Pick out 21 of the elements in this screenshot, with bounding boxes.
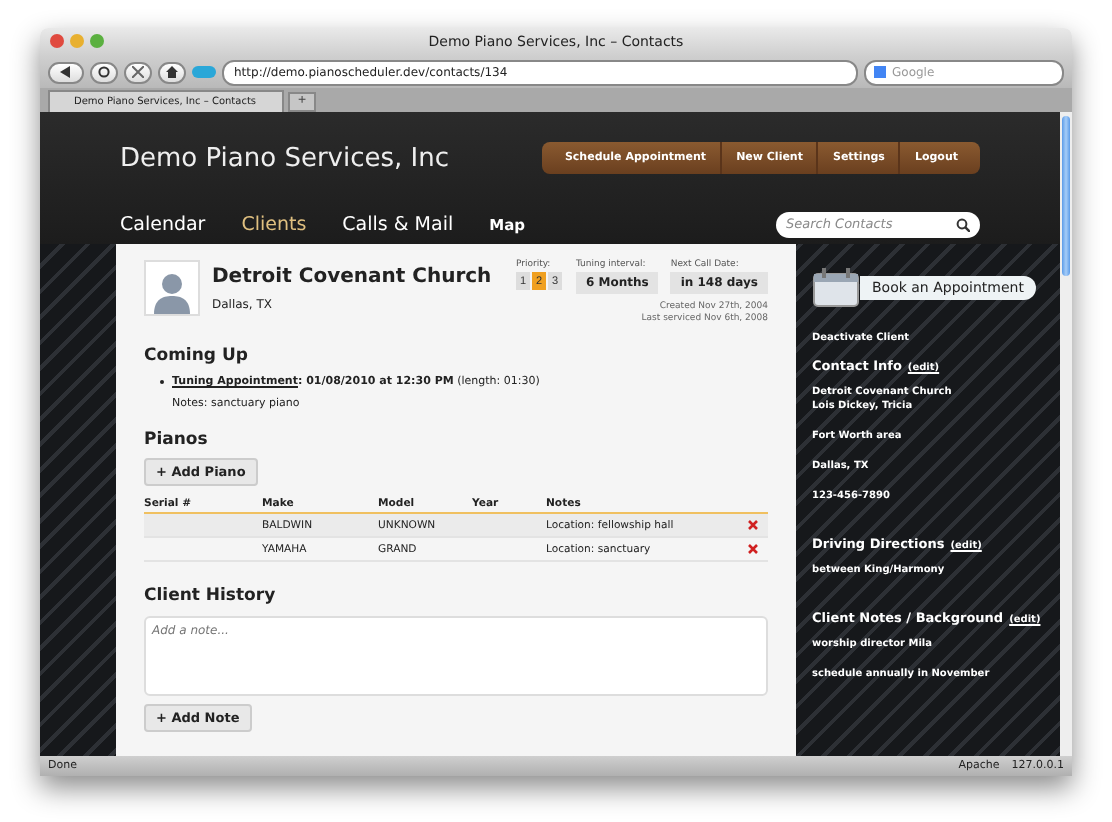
section-heading: Pianos [144, 430, 210, 450]
calendar-icon [812, 268, 860, 308]
nav-tab[interactable]: Calls & Mail [342, 213, 454, 235]
search-icon [956, 217, 970, 231]
back-arrow-icon [60, 66, 72, 78]
home-icon [166, 66, 178, 78]
client-name: Detroit Covenant Church [212, 266, 494, 288]
reload-button[interactable] [90, 61, 118, 83]
nav-tab[interactable]: Calendar [120, 213, 206, 235]
section-heading: Client History [144, 586, 278, 606]
stop-button[interactable] [124, 61, 152, 83]
avatar-silhouette [144, 260, 200, 316]
stop-icon [132, 66, 144, 78]
delete-icon[interactable] [748, 544, 758, 554]
close-icon[interactable] [50, 34, 64, 48]
home-button[interactable] [158, 61, 186, 83]
delete-icon[interactable] [748, 520, 758, 530]
section-heading: Coming Up [144, 346, 250, 366]
site-title: Demo Piano Services, Inc [120, 143, 450, 173]
back-button[interactable] [48, 61, 84, 83]
scrollbar-thumb[interactable] [1062, 116, 1070, 276]
